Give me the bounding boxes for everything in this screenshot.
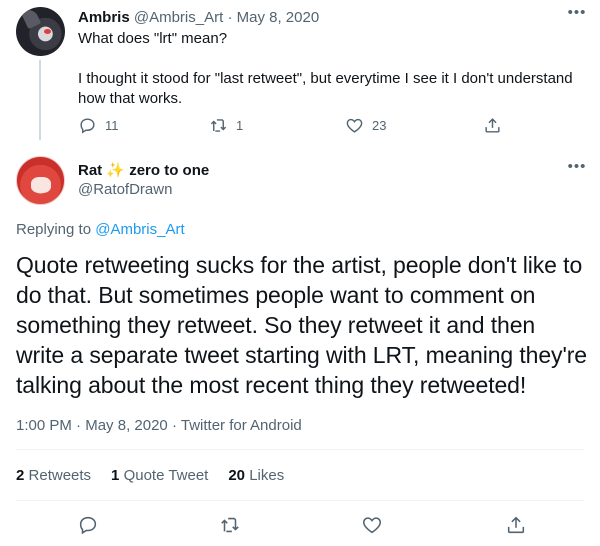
retweet-icon: [210, 119, 227, 132]
tweet-text: What does "lrt" mean? I thought it stood…: [78, 29, 578, 129]
tweet-stats: 2 Retweets 1 Quote Tweet 20 Likes: [16, 466, 284, 485]
avatar-face: [31, 177, 51, 193]
more-horizontal-icon[interactable]: •••: [567, 5, 587, 28]
likes-stat[interactable]: 20 Likes: [228, 466, 284, 485]
tweet-time[interactable]: 1:00 PM: [16, 417, 72, 434]
thread-line: [39, 60, 41, 140]
tweet-text: Quote retweeting sucks for the artist, p…: [16, 252, 587, 398]
retweet-button[interactable]: 1: [209, 116, 243, 135]
divider: [16, 449, 584, 450]
share-icon: [507, 516, 525, 534]
retweet-button[interactable]: [219, 514, 241, 536]
quotes-label: Quote Tweet: [123, 467, 209, 484]
share-button[interactable]: [505, 514, 527, 536]
retweets-count: 2: [16, 467, 25, 484]
tweet-source[interactable]: Twitter for Android: [181, 417, 302, 434]
avatar-eye: [44, 29, 51, 34]
reply-button[interactable]: 11: [78, 116, 119, 135]
retweets-label: Retweets: [28, 467, 92, 484]
replying-to-link[interactable]: @Ambris_Art: [95, 221, 184, 238]
display-name[interactable]: Ambris: [78, 9, 130, 26]
separator: ·: [227, 9, 233, 26]
handle[interactable]: @Ambris_Art: [134, 9, 223, 26]
sparkles-icon: ✨: [106, 162, 126, 179]
retweet-icon: [221, 517, 239, 533]
share-icon: [485, 118, 500, 133]
separator: ·: [76, 417, 82, 434]
replying-to-label: Replying to: [16, 221, 92, 238]
quotes-count: 1: [111, 467, 120, 484]
parent-tweet: Ambris @Ambris_Art · May 8, 2020 ••• Wha…: [0, 0, 600, 144]
tweet-text-line: I thought it stood for "last retweet", b…: [78, 70, 573, 107]
tweet-header: Ambris @Ambris_Art · May 8, 2020: [78, 8, 319, 27]
reply-icon: [79, 516, 97, 535]
avatar[interactable]: [16, 156, 65, 205]
retweet-count: 1: [236, 118, 244, 133]
display-name[interactable]: Rat ✨ zero to one: [78, 161, 209, 180]
retweets-stat[interactable]: 2 Retweets: [16, 466, 91, 485]
share-button[interactable]: [483, 116, 502, 135]
separator: ·: [171, 417, 177, 434]
tweet-date[interactable]: May 8, 2020: [237, 9, 320, 26]
quote-tweets-stat[interactable]: 1 Quote Tweet: [111, 466, 208, 485]
heart-icon: [362, 517, 382, 534]
avatar[interactable]: [16, 7, 65, 56]
likes-count: 20: [228, 467, 246, 484]
replying-to: Replying to @Ambris_Art: [16, 220, 185, 239]
like-count: 23: [372, 118, 387, 133]
reply-icon: [80, 118, 95, 134]
display-name-suffix: zero to one: [129, 162, 210, 179]
divider: [16, 500, 584, 501]
reply-button[interactable]: [77, 514, 99, 536]
display-name-text: Rat: [78, 162, 103, 179]
avatar-ear: [20, 7, 42, 30]
tweet-meta: 1:00 PM · May 8, 2020 · Twitter for Andr…: [16, 416, 302, 435]
more-horizontal-icon[interactable]: •••: [567, 159, 587, 182]
like-button[interactable]: [361, 514, 383, 536]
reply-count: 11: [105, 118, 119, 133]
tweet-text-line: What does "lrt" mean?: [78, 30, 228, 47]
heart-icon: [346, 118, 363, 133]
like-button[interactable]: 23: [345, 116, 386, 135]
handle[interactable]: @RatofDrawn: [78, 180, 172, 199]
likes-label: Likes: [249, 467, 285, 484]
tweet-date[interactable]: May 8, 2020: [85, 417, 168, 434]
